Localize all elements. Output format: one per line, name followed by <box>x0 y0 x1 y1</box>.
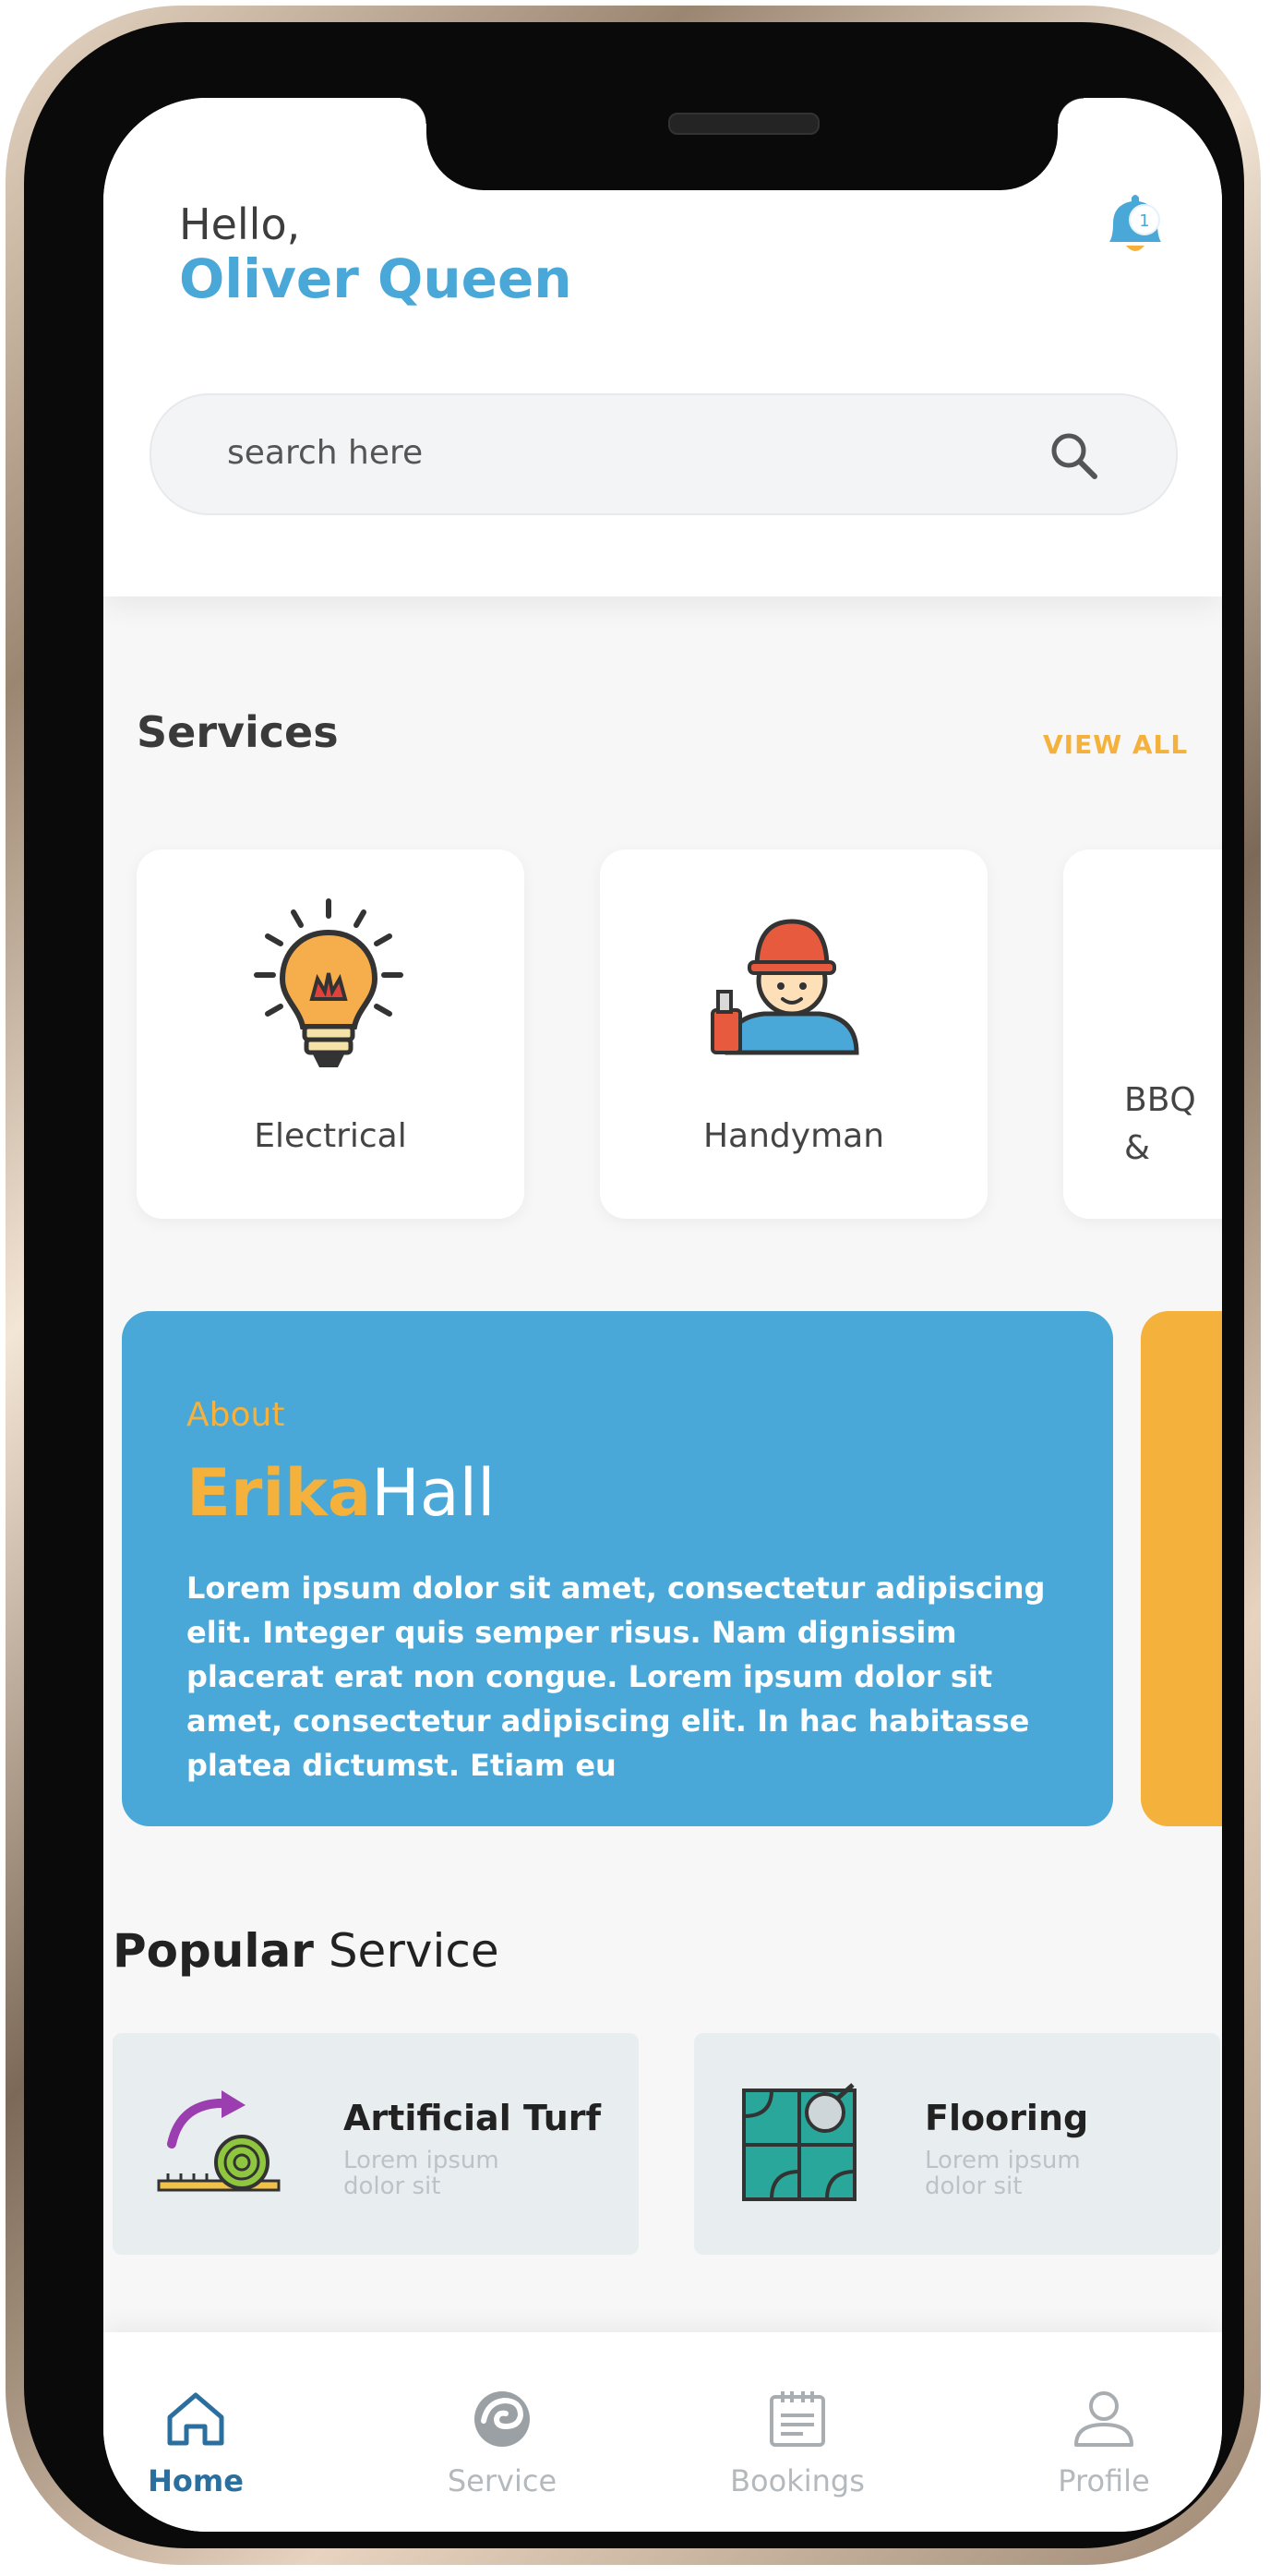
bbq-icon <box>1170 896 1222 1080</box>
about-last-name: Hall <box>371 1455 496 1531</box>
about-kicker: About <box>186 1396 285 1434</box>
service-label: Electrical <box>254 1117 407 1155</box>
greeting-text: Hello, <box>179 199 301 249</box>
notification-count: 1 <box>1139 211 1149 231</box>
search-icon[interactable] <box>1047 428 1102 484</box>
service-card-handyman[interactable]: Handyman <box>600 849 988 1219</box>
popular-card-artificial-turf[interactable]: Artificial Turf Lorem ipsum dolor sit <box>113 2033 639 2255</box>
earpiece-speaker <box>668 113 820 135</box>
nav-bookings[interactable]: Bookings <box>705 2384 890 2513</box>
app-screen: Hello, Oliver Queen 1 search here Servic… <box>103 98 1222 2532</box>
nav-service[interactable]: Service <box>410 2384 594 2513</box>
nav-home[interactable]: Home <box>103 2384 288 2513</box>
next-banner-peek[interactable] <box>1141 1311 1222 1826</box>
service-card-electrical[interactable]: Electrical <box>137 849 524 1219</box>
worker-icon <box>711 919 859 1055</box>
notification-bell-button[interactable]: 1 <box>1100 188 1170 262</box>
popular-item-name: Flooring <box>925 2098 1089 2138</box>
services-title: Services <box>137 707 339 757</box>
about-first-name: Erika <box>186 1455 372 1531</box>
view-all-link[interactable]: VIEW ALL <box>1043 729 1188 760</box>
popular-service-title: Popular Service <box>113 1924 499 1978</box>
nav-label: Home <box>148 2463 244 2498</box>
about-body-text: Lorem ipsum dolor sit amet, consectetur … <box>186 1571 1046 1783</box>
turf-roll-icon <box>157 2090 281 2192</box>
profile-icon <box>1074 2391 1133 2447</box>
nav-label: Profile <box>1058 2463 1150 2498</box>
service-label: Handyman <box>702 1117 885 1155</box>
popular-title-rest: Service <box>313 1924 499 1978</box>
nav-label: Service <box>447 2463 557 2498</box>
bottom-nav: Home Service Bookings Profile <box>103 2332 1222 2532</box>
lightbulb-icon <box>254 898 403 1067</box>
popular-item-desc: Lorem ipsum dolor sit <box>343 2147 499 2200</box>
calendar-icon <box>770 2391 825 2447</box>
phone-notch <box>401 98 1084 190</box>
nav-profile[interactable]: Profile <box>1012 2384 1196 2513</box>
user-name: Oliver Queen <box>179 247 572 310</box>
phone-frame: Hello, Oliver Queen 1 search here Servic… <box>6 6 1261 2565</box>
phone-bezel: Hello, Oliver Queen 1 search here Servic… <box>24 22 1244 2548</box>
bell-icon: 1 <box>1109 195 1161 251</box>
about-name: ErikaHall <box>186 1455 496 1531</box>
search-input[interactable]: search here <box>227 434 423 472</box>
flooring-icon <box>742 2083 857 2201</box>
about-banner[interactable]: About ErikaHall Lorem ipsum dolor sit am… <box>122 1311 1113 1826</box>
popular-title-bold: Popular <box>113 1924 314 1978</box>
popular-card-flooring[interactable]: Flooring Lorem ipsum dolor sit <box>694 2033 1220 2255</box>
popular-item-desc: Lorem ipsum dolor sit <box>925 2147 1081 2200</box>
search-bar[interactable]: search here <box>150 393 1178 515</box>
service-label: BBQ & <box>1124 1081 1196 1167</box>
home-icon <box>167 2392 224 2446</box>
service-card-bbq[interactable]: BBQ & <box>1063 849 1222 1219</box>
service-icon <box>474 2391 530 2447</box>
nav-label: Bookings <box>730 2463 865 2498</box>
popular-item-name: Artificial Turf <box>343 2098 602 2138</box>
